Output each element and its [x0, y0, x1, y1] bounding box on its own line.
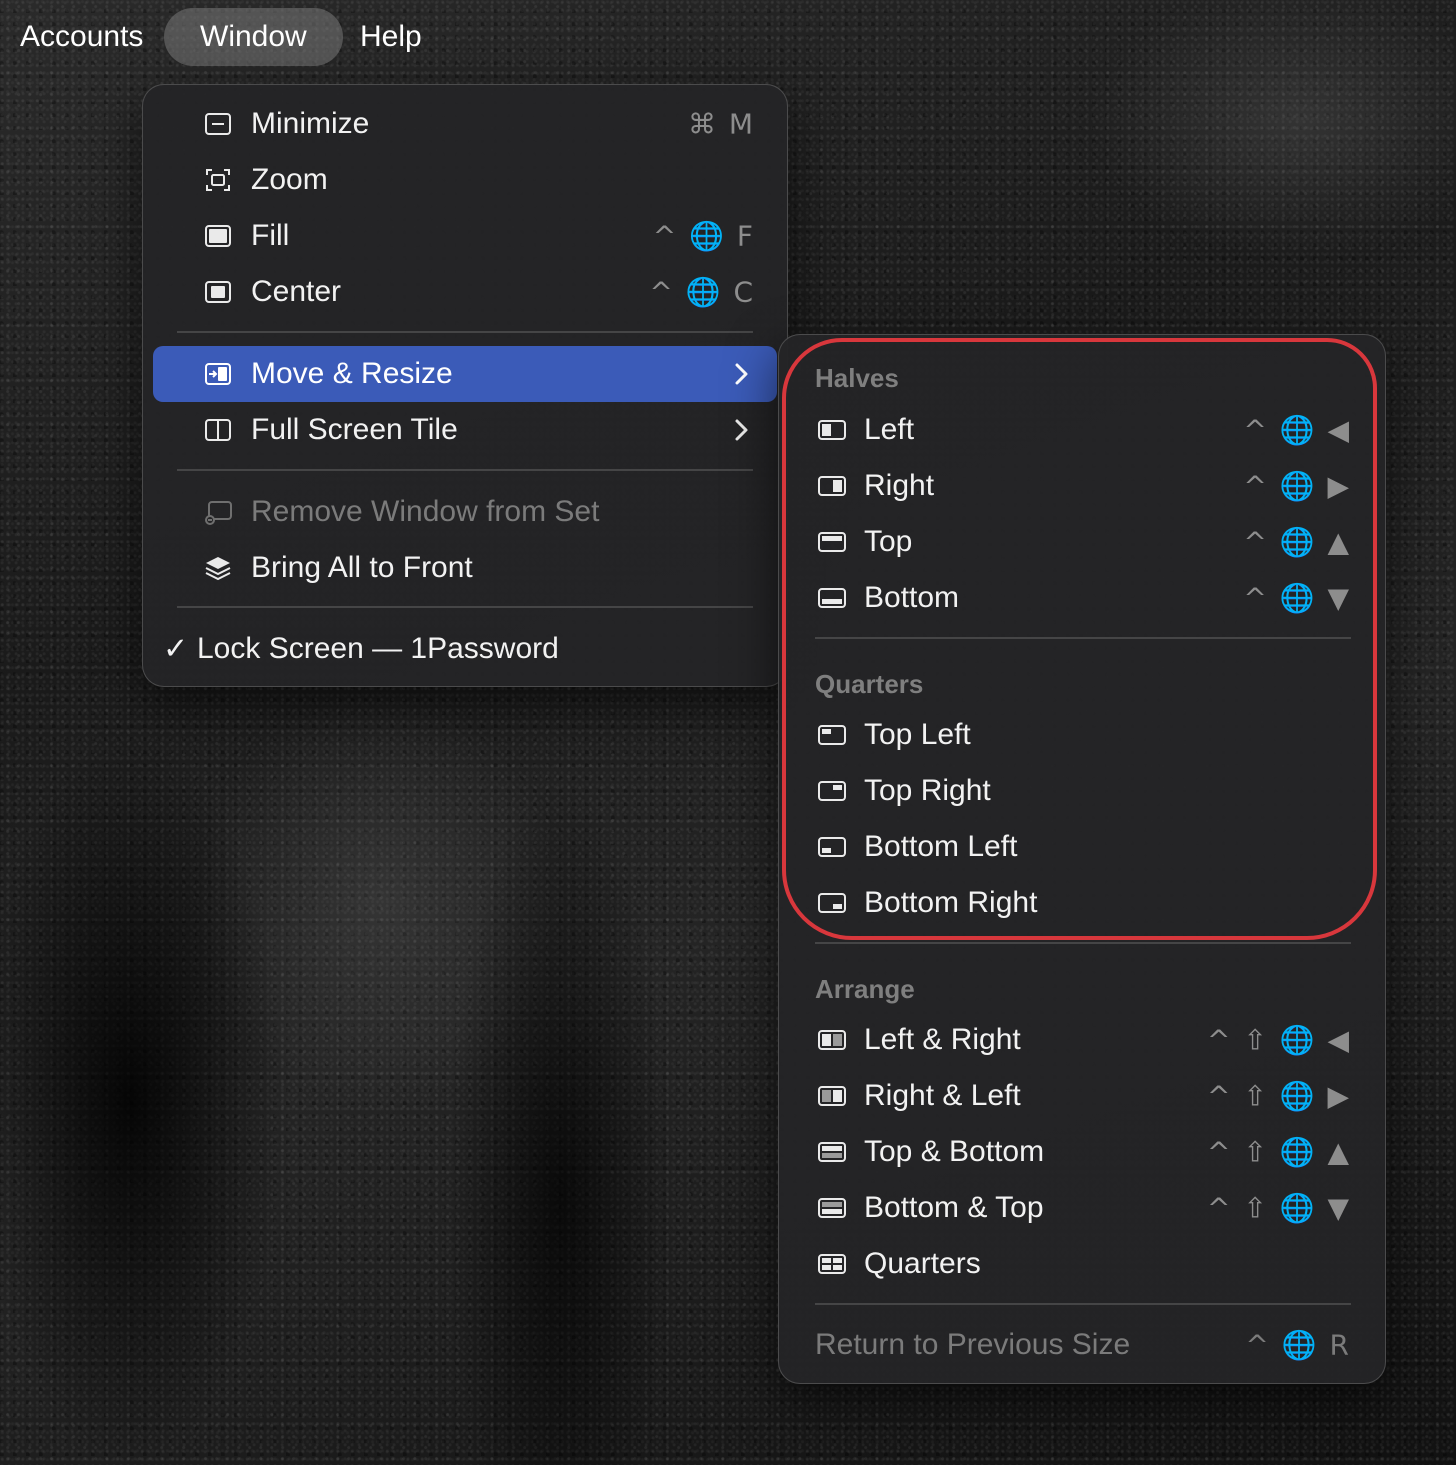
submenu-item-return-to-previous-size: Return to Previous Size ^ 🌐 R — [789, 1317, 1375, 1373]
menu-item-label: Fill — [251, 219, 290, 252]
full-screen-tile-icon — [203, 415, 233, 445]
section-header-arrange: Arrange — [815, 974, 915, 1004]
remove-window-icon — [203, 497, 233, 527]
shortcut-label: ^ ⇧ 🌐 ◀ — [1206, 1023, 1351, 1057]
menu-item-label: Center — [251, 275, 342, 308]
menu-item-label: Minimize — [251, 107, 370, 140]
right-left-arrange-icon — [817, 1081, 847, 1111]
menu-item-label: Bottom Right — [864, 886, 1038, 919]
chevron-right-icon — [735, 363, 748, 385]
menu-separator — [177, 331, 753, 333]
submenu-item-bottom-top[interactable]: Bottom & Top ^ ⇧ 🌐 ▼ — [789, 1180, 1375, 1236]
shortcut-label: ^ 🌐 ▼ — [1243, 581, 1351, 615]
menu-item-center[interactable]: Center ^ 🌐 C — [153, 264, 777, 320]
menu-item-label: Top & Bottom — [864, 1135, 1045, 1168]
top-right-quarter-icon — [817, 776, 847, 806]
shortcut-label: ^ ⇧ 🌐 ▲ — [1206, 1135, 1351, 1169]
menu-item-label: Bring All to Front — [251, 551, 473, 584]
menu-item-remove-window-from-set: Remove Window from Set — [153, 484, 777, 540]
menu-item-label: Bottom Left — [864, 830, 1018, 863]
menu-separator — [815, 1303, 1351, 1305]
shortcut-label: ⌘ M — [687, 107, 755, 141]
shortcut-label: ^ ⇧ 🌐 ▶ — [1206, 1079, 1351, 1113]
quarters-grid-icon — [817, 1249, 847, 1279]
menu-item-label: Top Right — [864, 774, 991, 807]
submenu-item-bottom-right[interactable]: Bottom Right — [789, 875, 1375, 931]
shortcut-label: ^ 🌐 ▶ — [1243, 469, 1351, 503]
shortcut-label: ^ 🌐 ◀ — [1243, 413, 1351, 447]
shortcut-label: ^ 🌐 ▲ — [1243, 525, 1351, 559]
top-half-icon — [817, 527, 847, 557]
menu-item-move-resize[interactable]: Move & Resize — [153, 346, 777, 402]
right-half-icon — [817, 471, 847, 501]
move-resize-icon — [203, 359, 233, 389]
menu-item-label: Remove Window from Set — [251, 495, 600, 528]
menu-item-label: Top — [864, 525, 913, 558]
menu-item-label: Top Left — [864, 718, 971, 751]
menu-item-fill[interactable]: Fill ^ 🌐 F — [153, 208, 777, 264]
menu-item-label: Bottom — [864, 581, 960, 614]
submenu-item-left[interactable]: Left ^ 🌐 ◀ — [789, 402, 1375, 458]
shortcut-label: ^ 🌐 C — [649, 275, 755, 309]
zoom-window-icon — [203, 165, 233, 195]
top-bottom-arrange-icon — [817, 1137, 847, 1167]
menu-item-label: Zoom — [251, 163, 328, 196]
submenu-item-bottom-left[interactable]: Bottom Left — [789, 819, 1375, 875]
submenu-item-top-right[interactable]: Top Right — [789, 763, 1375, 819]
stack-icon — [203, 553, 233, 583]
checkmark-icon: ✓ — [163, 632, 189, 666]
fill-window-icon — [203, 221, 233, 251]
menu-item-label: Left & Right — [864, 1023, 1021, 1056]
top-left-quarter-icon — [817, 720, 847, 750]
menu-item-zoom[interactable]: Zoom — [153, 152, 777, 208]
bottom-top-arrange-icon — [817, 1193, 847, 1223]
submenu-item-bottom[interactable]: Bottom ^ 🌐 ▼ — [789, 570, 1375, 626]
minimize-window-icon — [203, 109, 233, 139]
menu-separator — [177, 469, 753, 471]
submenu-item-quarters[interactable]: Quarters — [789, 1236, 1375, 1292]
menu-item-label: Quarters — [864, 1247, 981, 1280]
menu-item-label: Move & Resize — [251, 357, 453, 390]
menu-item-label: Left — [864, 413, 915, 446]
menubar-help[interactable]: Help — [342, 8, 440, 66]
menubar-window[interactable]: Window — [164, 8, 343, 66]
bottom-left-quarter-icon — [817, 832, 847, 862]
menu-bar: Accounts Window Help — [0, 0, 1456, 72]
bottom-right-quarter-icon — [817, 888, 847, 918]
section-header-halves: Halves — [815, 363, 899, 393]
menu-item-label: Right — [864, 469, 935, 502]
menu-item-label: Lock Screen — 1Password — [197, 632, 559, 665]
submenu-item-top-bottom[interactable]: Top & Bottom ^ ⇧ 🌐 ▲ — [789, 1124, 1375, 1180]
menu-separator — [177, 606, 753, 608]
center-window-icon — [203, 277, 233, 307]
move-resize-submenu: Halves Left ^ 🌐 ◀ Right ^ 🌐 ▶ Top ^ 🌐 ▲ … — [778, 334, 1386, 1384]
submenu-item-top[interactable]: Top ^ 🌐 ▲ — [789, 514, 1375, 570]
bottom-half-icon — [817, 583, 847, 613]
menubar-accounts[interactable]: Accounts — [2, 8, 161, 66]
shortcut-label: ^ ⇧ 🌐 ▼ — [1206, 1191, 1351, 1225]
window-menu: Minimize ⌘ M Zoom Fill ^ 🌐 F Center ^ 🌐 … — [142, 84, 788, 687]
menu-separator — [815, 637, 1351, 639]
section-header-quarters: Quarters — [815, 669, 924, 699]
menu-item-label: Right & Left — [864, 1079, 1021, 1112]
menu-item-minimize[interactable]: Minimize ⌘ M — [153, 96, 777, 152]
submenu-item-right-left[interactable]: Right & Left ^ ⇧ 🌐 ▶ — [789, 1068, 1375, 1124]
chevron-right-icon — [735, 419, 748, 441]
menu-item-lock-screen[interactable]: ✓ Lock Screen — 1Password — [153, 621, 777, 677]
menu-separator — [815, 942, 1351, 944]
menu-item-bring-all-to-front[interactable]: Bring All to Front — [153, 540, 777, 596]
shortcut-label: ^ 🌐 R — [1245, 1328, 1351, 1362]
left-half-icon — [817, 415, 847, 445]
menu-item-label: Full Screen Tile — [251, 413, 458, 446]
left-right-arrange-icon — [817, 1025, 847, 1055]
submenu-item-top-left[interactable]: Top Left — [789, 707, 1375, 763]
menu-item-label: Return to Previous Size — [815, 1328, 1131, 1361]
submenu-item-right[interactable]: Right ^ 🌐 ▶ — [789, 458, 1375, 514]
submenu-item-left-right[interactable]: Left & Right ^ ⇧ 🌐 ◀ — [789, 1012, 1375, 1068]
menu-item-label: Bottom & Top — [864, 1191, 1044, 1224]
shortcut-label: ^ 🌐 F — [652, 219, 755, 253]
menu-item-full-screen-tile[interactable]: Full Screen Tile — [153, 402, 777, 458]
